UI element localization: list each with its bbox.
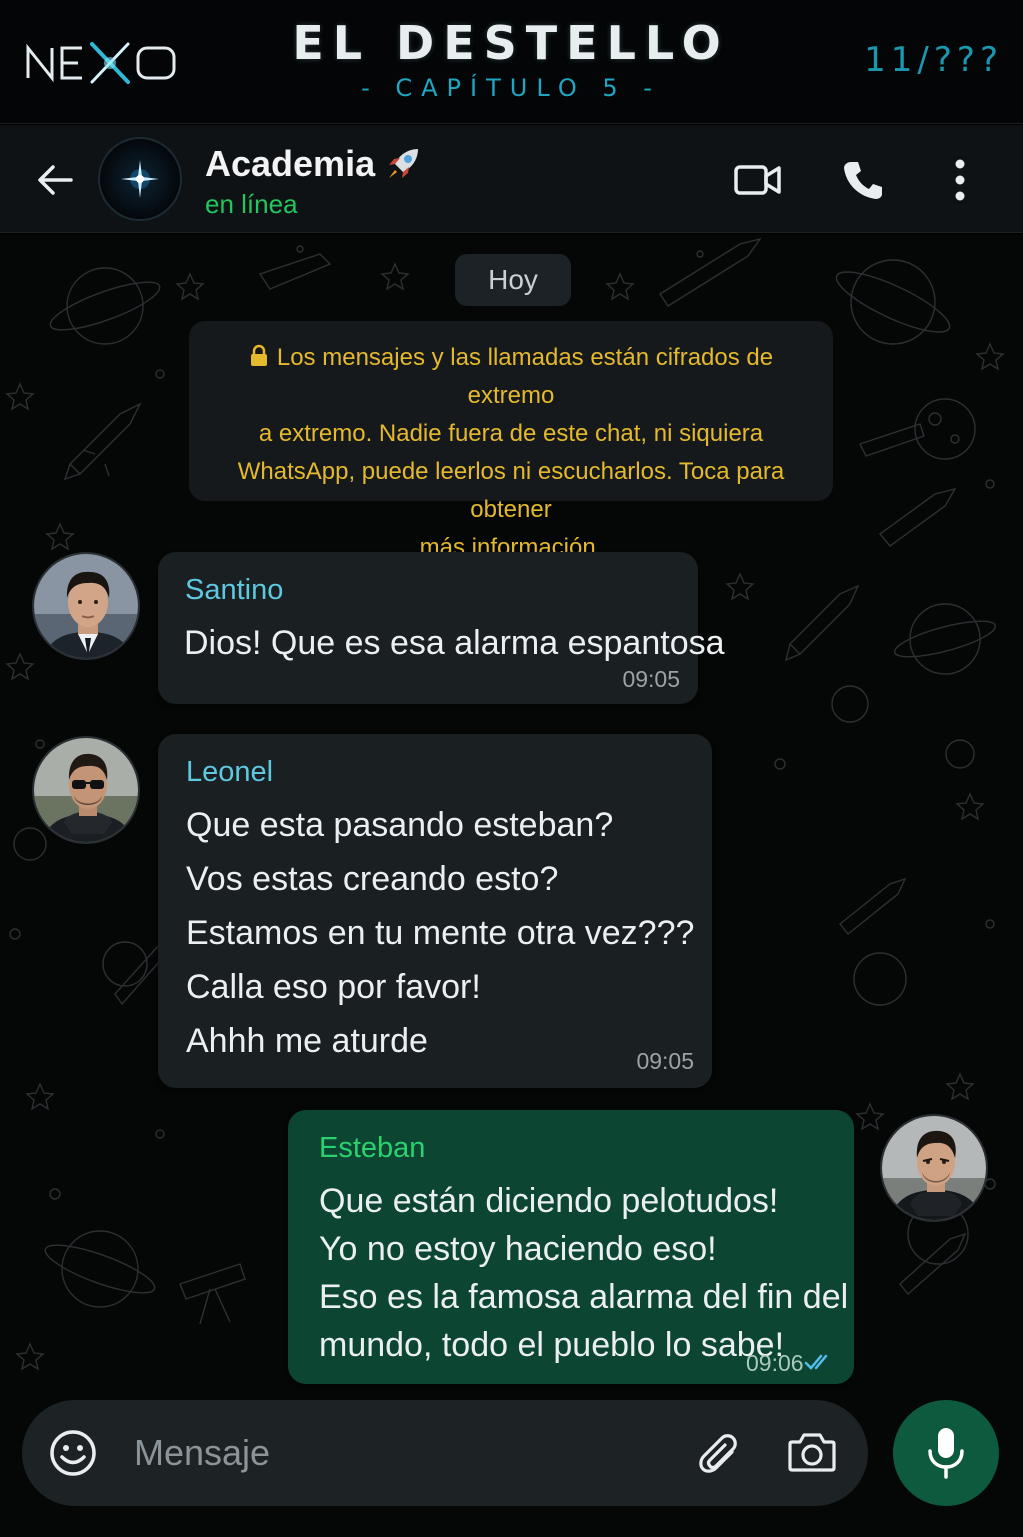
back-button[interactable] <box>30 155 80 205</box>
nexo-logo-graphic <box>26 42 176 84</box>
message-text: Calla eso por favor! <box>186 968 481 1006</box>
message-text: Que esta pasando esteban? <box>186 806 614 844</box>
page-counter: 11/??? <box>864 40 1003 80</box>
message-placeholder: Mensaje <box>134 1432 271 1473</box>
read-receipt-icon <box>804 1354 828 1370</box>
message-time: 09:05 <box>622 666 680 692</box>
chapter-subtitle: - CAPÍTULO 5 - <box>361 74 661 102</box>
video-call-icon <box>734 165 781 195</box>
encryption-notice-line: WhatsApp, puede leerlos ni escucharlos. … <box>237 458 785 523</box>
message-text: Vos estas creando esto? <box>186 860 559 898</box>
message-text: mundo, todo el pueblo lo sabe! <box>319 1326 785 1364</box>
emoji-icon <box>50 1430 96 1476</box>
message-sender: Esteban <box>319 1132 426 1164</box>
avatar-esteban[interactable] <box>880 1114 988 1222</box>
voice-message-button[interactable] <box>893 1400 999 1506</box>
voice-call-button[interactable] <box>836 153 890 207</box>
nexo-logo <box>24 38 184 88</box>
message-text: Eso es la famosa alarma del fin del <box>319 1278 849 1316</box>
message-composer: Mensaje <box>0 1394 1023 1537</box>
message-bubble-santino[interactable]: Santino Dios! Que es esa alarma espantos… <box>158 552 725 704</box>
message-time: 09:05 <box>636 1048 694 1074</box>
avatar-santino[interactable] <box>32 552 140 660</box>
message-sender: Santino <box>185 574 284 606</box>
avatar-leonel[interactable] <box>32 736 140 844</box>
lock-icon <box>250 344 267 366</box>
message-text: Que están diciendo pelotudos! <box>319 1182 779 1220</box>
rocket-icon <box>384 145 422 183</box>
camera-icon <box>788 1433 836 1472</box>
attach-button[interactable] <box>692 1426 744 1478</box>
video-call-button[interactable] <box>731 153 785 207</box>
message-bubble-esteban[interactable]: Esteban Que están diciendo pelotudos! Yo… <box>288 1110 854 1384</box>
message-time: 09:06 <box>746 1350 804 1376</box>
story-title: EL DESTELLO <box>292 16 730 70</box>
phone-icon <box>844 162 882 199</box>
message-text: Yo no estoy haciendo eso! <box>319 1230 717 1268</box>
date-chip: Hoy <box>455 254 571 306</box>
star-spark-icon <box>121 160 159 198</box>
encryption-notice-line: Los mensajes y las llamadas están cifrad… <box>211 339 811 415</box>
leonel-portrait <box>34 738 138 842</box>
encryption-notice-line: a extremo. Nadie fuera de este chat, ni … <box>258 420 764 447</box>
message-text: Ahhh me aturde <box>186 1022 428 1060</box>
chat-messages-area[interactable]: Hoy Los mensajes y las llamadas están ci… <box>0 234 1023 1394</box>
more-options-icon <box>955 159 965 201</box>
santino-portrait <box>34 554 138 658</box>
online-status: en línea <box>205 189 298 219</box>
back-arrow-icon <box>38 165 73 195</box>
chat-name[interactable]: Academia <box>205 143 375 185</box>
message-sender: Leonel <box>186 756 274 788</box>
microphone-icon <box>928 1428 964 1479</box>
message-text: Dios! Que es esa alarma espantosa <box>184 624 725 662</box>
message-bubble-leonel[interactable]: Leonel Que esta pasando esteban? Vos est… <box>158 734 712 1088</box>
story-title-block: EL DESTELLO - CAPÍTULO 5 - <box>211 16 811 102</box>
more-options-button[interactable] <box>933 153 987 207</box>
camera-button[interactable] <box>786 1426 838 1478</box>
encryption-notice[interactable]: Los mensajes y las llamadas están cifrad… <box>189 321 833 561</box>
message-input[interactable]: Mensaje <box>22 1400 868 1506</box>
esteban-portrait <box>882 1116 986 1220</box>
message-text: Estamos en tu mente otra vez??? <box>186 914 695 952</box>
story-banner: EL DESTELLO - CAPÍTULO 5 - 11/??? <box>0 0 1023 124</box>
group-avatar[interactable] <box>98 137 182 221</box>
emoji-button[interactable] <box>48 1428 98 1478</box>
chat-header: Academia en línea <box>0 125 1023 233</box>
paperclip-icon <box>699 1434 737 1473</box>
